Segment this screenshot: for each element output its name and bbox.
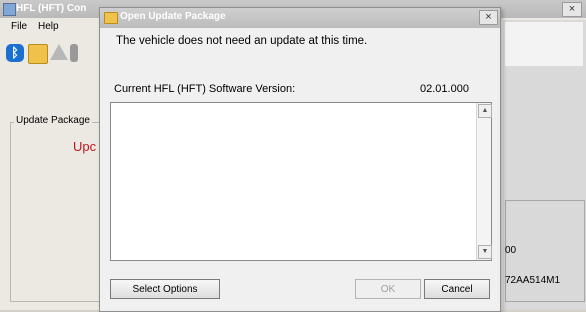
- right-value-1: 00: [505, 245, 517, 256]
- right-info-box: [505, 200, 585, 302]
- scroll-up-icon[interactable]: ▲: [478, 104, 492, 118]
- right-value-2: 72AA514M1: [505, 275, 561, 286]
- menu-help[interactable]: Help: [38, 21, 59, 32]
- app-icon: [3, 3, 16, 16]
- menu-bar: File Help: [0, 19, 100, 35]
- dialog-close-button[interactable]: ×: [479, 10, 498, 25]
- version-value: 02.01.000: [420, 83, 469, 95]
- right-pane-header: [505, 22, 583, 66]
- select-options-button[interactable]: Select Options: [110, 279, 220, 299]
- release-notes-textbox[interactable]: ▲ ▼: [110, 102, 492, 261]
- version-label: Current HFL (HFT) Software Version:: [114, 83, 296, 95]
- dialog-title: Open Update Package: [120, 11, 226, 22]
- dialog-message: The vehicle does not need an update at t…: [116, 35, 368, 47]
- ok-button[interactable]: OK: [355, 279, 421, 299]
- folder-icon[interactable]: [28, 44, 48, 64]
- main-close-button[interactable]: ×: [562, 2, 582, 17]
- open-update-package-dialog: Open Update Package × The vehicle does n…: [99, 7, 501, 312]
- menu-file[interactable]: File: [11, 21, 27, 32]
- folder-icon: [104, 12, 118, 24]
- update-status-text: Upc: [73, 139, 97, 154]
- bluetooth-icon[interactable]: ᛒ: [6, 44, 24, 62]
- toolbar: ᛒ: [2, 44, 112, 66]
- update-package-group: [10, 122, 112, 302]
- gear-icon[interactable]: [70, 44, 78, 62]
- cancel-button[interactable]: Cancel: [424, 279, 490, 299]
- dialog-title-bar: Open Update Package ×: [100, 8, 500, 28]
- update-package-label: Update Package: [14, 115, 92, 126]
- notes-scrollbar[interactable]: ▲ ▼: [476, 103, 492, 260]
- warning-icon[interactable]: [50, 44, 68, 60]
- main-window-title: HFL (HFT) Con: [16, 3, 87, 14]
- scroll-down-icon[interactable]: ▼: [478, 245, 492, 259]
